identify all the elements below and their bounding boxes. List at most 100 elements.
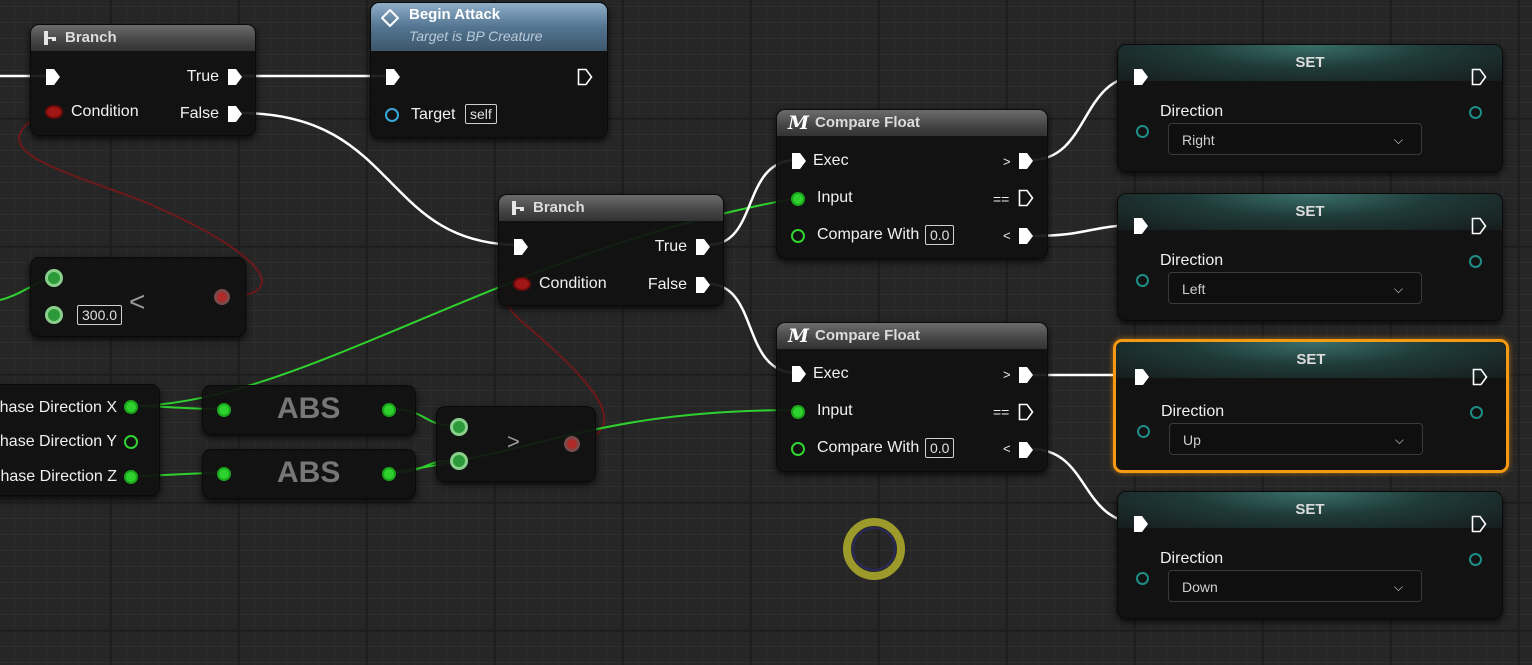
eq-label: == — [993, 191, 1010, 207]
exec-in-pin[interactable] — [45, 68, 61, 86]
branch-node[interactable]: Branch True Condition False — [30, 24, 256, 136]
exec-out-pin[interactable] — [1471, 217, 1487, 235]
lt-exec-pin[interactable] — [1018, 441, 1034, 459]
compare-float-node[interactable]: M Compare Float Exec > Input == Compare … — [776, 322, 1048, 472]
b-input-pin[interactable] — [45, 306, 63, 324]
direction-dropdown[interactable]: Up ⌵ — [1169, 423, 1423, 455]
set-direction-node[interactable]: SET Direction Right ⌵ — [1117, 44, 1503, 172]
exec-in-pin[interactable] — [791, 152, 807, 170]
diamond-event-icon — [381, 9, 399, 27]
bool-output-pin[interactable] — [564, 436, 580, 452]
condition-label: Condition — [71, 103, 139, 120]
false-exec-pin[interactable] — [695, 276, 711, 294]
abs-input-pin[interactable] — [217, 467, 231, 481]
target-value[interactable]: self — [465, 104, 497, 124]
abs-node[interactable]: ABS — [202, 449, 416, 499]
a-input-pin[interactable] — [45, 269, 63, 287]
direction-dropdown[interactable]: Down ⌵ — [1168, 570, 1422, 602]
direction-out-pin[interactable] — [1469, 255, 1482, 268]
node-header[interactable]: M Compare Float — [777, 323, 1047, 349]
target-pin[interactable] — [385, 108, 399, 122]
abs-output-pin[interactable] — [382, 403, 396, 417]
dropdown-value: Right — [1182, 132, 1215, 148]
exec-out-pin[interactable] — [1471, 515, 1487, 533]
chevron-down-icon: ⌵ — [1393, 282, 1403, 296]
abs-output-pin[interactable] — [382, 467, 396, 481]
exec-out-pin[interactable] — [1471, 68, 1487, 86]
true-label: True — [186, 68, 219, 85]
lt-exec-pin[interactable] — [1018, 227, 1034, 245]
eq-exec-pin[interactable] — [1018, 403, 1034, 421]
set-direction-node[interactable]: SET Direction Down ⌵ — [1117, 491, 1503, 619]
phase-y-pin[interactable] — [124, 435, 138, 449]
b-value[interactable]: 300.0 — [77, 305, 123, 325]
node-header[interactable]: Branch — [499, 195, 723, 221]
node-header[interactable]: SET — [1118, 45, 1502, 81]
compare-with-label: Compare With — [817, 226, 920, 243]
phase-x-pin[interactable] — [124, 400, 138, 414]
direction-label: Direction — [1160, 103, 1224, 120]
node-header[interactable]: SET — [1118, 194, 1502, 230]
node-header[interactable]: SET — [1116, 342, 1506, 378]
direction-in-pin[interactable] — [1136, 274, 1149, 287]
false-label: False — [179, 105, 219, 122]
true-label: True — [654, 238, 687, 255]
set-direction-node[interactable]: SET Direction Left ⌵ — [1117, 193, 1503, 321]
exec-in-pin[interactable] — [513, 238, 529, 256]
abs-node[interactable]: ABS — [202, 385, 416, 435]
node-header[interactable]: Begin Attack Target is BP Creature — [371, 3, 607, 51]
node-header[interactable]: Branch — [31, 25, 255, 51]
true-exec-pin[interactable] — [695, 238, 711, 256]
greater-than-node[interactable]: > — [436, 406, 596, 482]
exec-in-pin[interactable] — [1133, 217, 1149, 235]
direction-in-pin[interactable] — [1137, 425, 1150, 438]
branch-node[interactable]: Branch True Condition False — [498, 194, 724, 306]
direction-in-pin[interactable] — [1136, 572, 1149, 585]
compare-with-pin[interactable] — [791, 442, 805, 456]
node-header[interactable]: SET — [1118, 492, 1502, 528]
compare-with-value[interactable]: 0.0 — [925, 438, 955, 458]
gt-exec-pin[interactable] — [1018, 366, 1034, 384]
exec-in-pin[interactable] — [385, 68, 401, 86]
compare-with-value[interactable]: 0.0 — [925, 225, 955, 245]
direction-dropdown[interactable]: Left ⌵ — [1168, 272, 1422, 304]
eq-exec-pin[interactable] — [1018, 189, 1034, 207]
exec-in-pin[interactable] — [791, 365, 807, 383]
false-exec-pin[interactable] — [227, 105, 243, 123]
target-label: Target — [411, 106, 456, 123]
input-pin[interactable] — [791, 405, 805, 419]
exec-out-pin[interactable] — [1472, 368, 1488, 386]
false-label: False — [647, 276, 687, 293]
less-than-node[interactable]: 300.0 < — [30, 257, 246, 337]
condition-pin[interactable] — [45, 105, 63, 119]
node-title: SET — [1296, 351, 1326, 368]
direction-out-pin[interactable] — [1469, 553, 1482, 566]
gt-exec-pin[interactable] — [1018, 152, 1034, 170]
exec-in-pin[interactable] — [1133, 515, 1149, 533]
a-input-pin[interactable] — [450, 418, 468, 436]
b-input-pin[interactable] — [450, 452, 468, 470]
true-exec-pin[interactable] — [227, 68, 243, 86]
direction-in-pin[interactable] — [1136, 125, 1149, 138]
node-header[interactable]: M Compare Float — [777, 110, 1047, 136]
direction-dropdown[interactable]: Right ⌵ — [1168, 123, 1422, 155]
compare-with-pin[interactable] — [791, 229, 805, 243]
compare-float-node[interactable]: M Compare Float Exec > Input == Compare … — [776, 109, 1048, 259]
condition-pin[interactable] — [513, 277, 531, 291]
exec-in-pin[interactable] — [1133, 68, 1149, 86]
direction-out-pin[interactable] — [1470, 406, 1483, 419]
bool-output-pin[interactable] — [214, 289, 230, 305]
begin-attack-node[interactable]: Begin Attack Target is BP Creature Targe… — [370, 2, 608, 138]
node-title: Compare Float — [815, 114, 921, 131]
chevron-down-icon: ⌵ — [1393, 133, 1403, 147]
macro-m-icon: M — [788, 325, 810, 347]
exec-in-pin[interactable] — [1134, 368, 1150, 386]
abs-input-pin[interactable] — [217, 403, 231, 417]
direction-out-pin[interactable] — [1469, 106, 1482, 119]
phase-direction-node[interactable]: hase Direction X hase Direction Y hase D… — [0, 384, 160, 496]
exec-out-pin[interactable] — [577, 68, 593, 86]
input-pin[interactable] — [791, 192, 805, 206]
node-title: SET — [1295, 203, 1325, 220]
set-direction-node[interactable]: SET Direction Up ⌵ — [1113, 339, 1509, 473]
phase-z-pin[interactable] — [124, 470, 138, 484]
